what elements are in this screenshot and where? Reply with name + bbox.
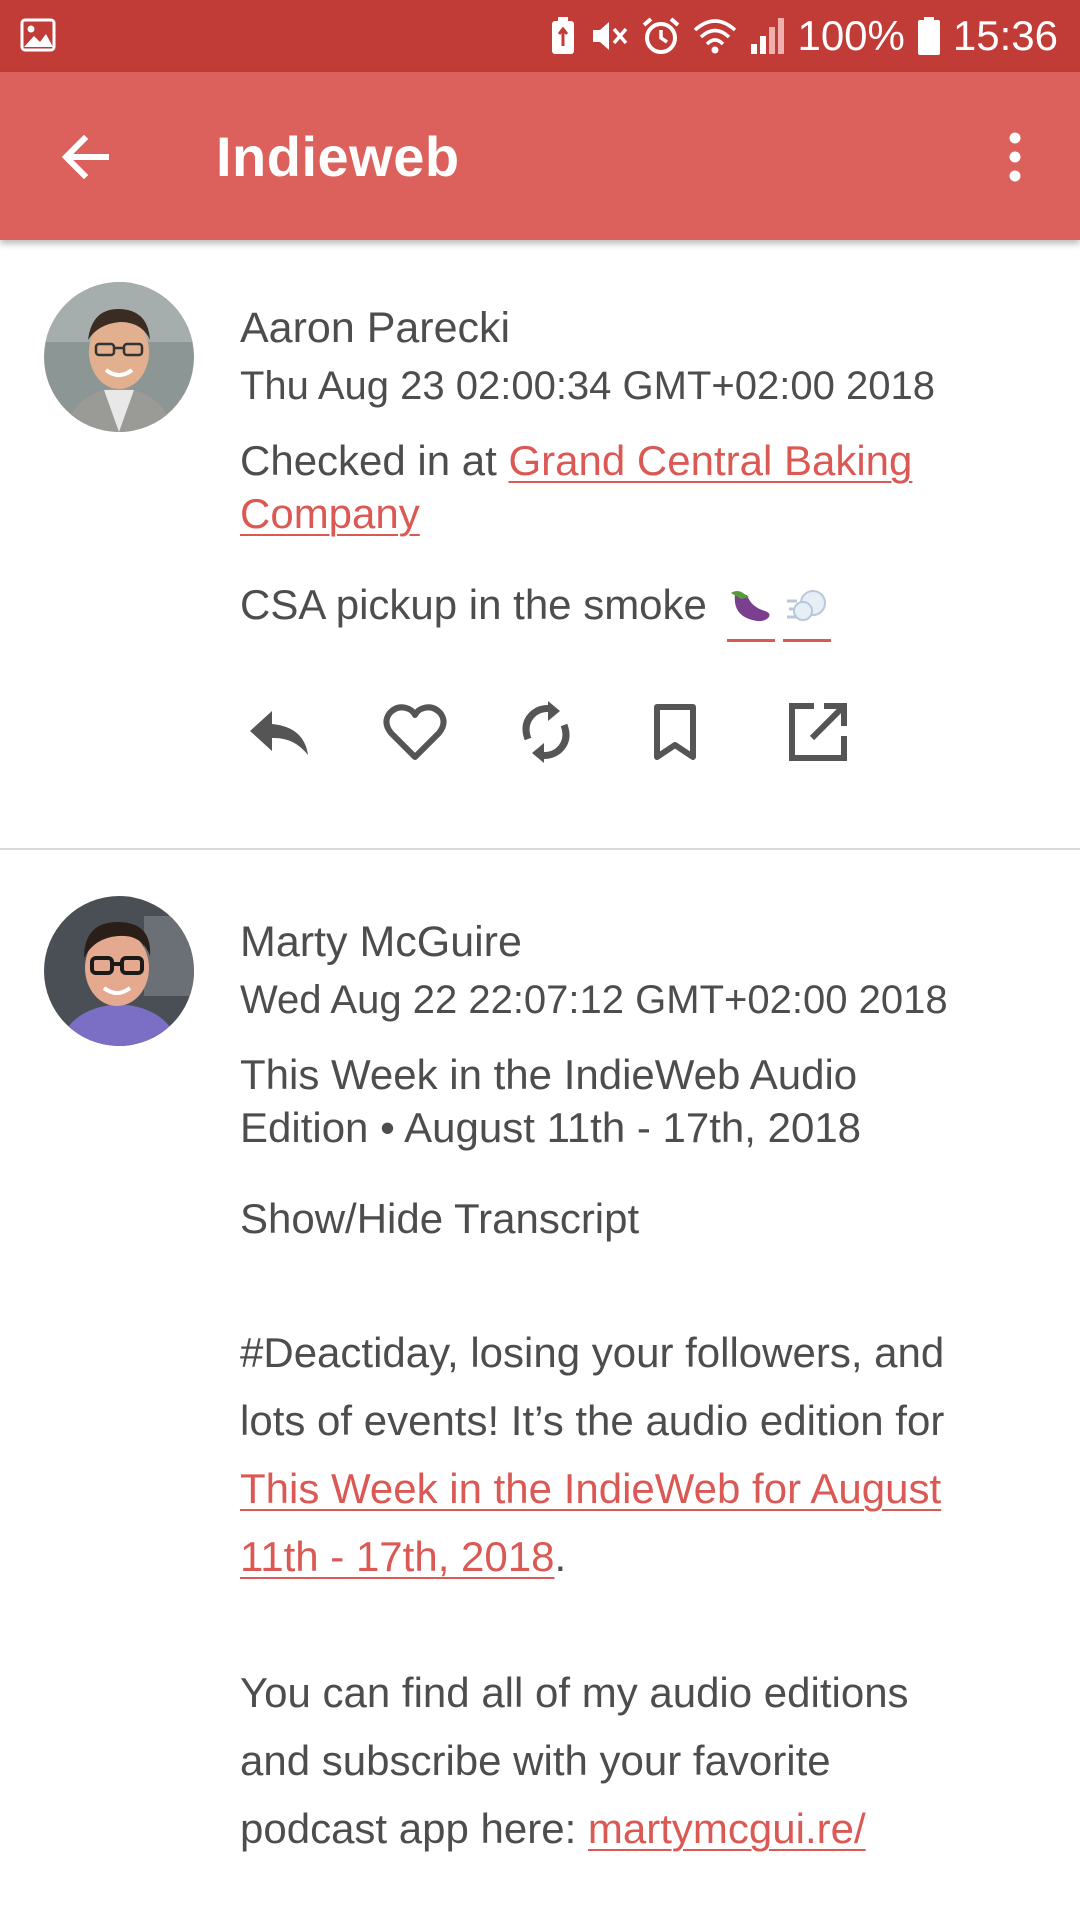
back-button[interactable] — [50, 122, 120, 192]
post-date[interactable]: Wed Aug 22 22:07:12 GMT+02:00 2018 — [240, 974, 1030, 1026]
open-external-button[interactable] — [780, 692, 915, 772]
dash-icon[interactable] — [782, 584, 831, 642]
timeline-feed: Aaron Parecki Thu Aug 23 02:00:34 GMT+02… — [0, 240, 1080, 1920]
post-title-line2: Edition • August 11th - 17th, 2018 — [240, 1104, 862, 1151]
repost-button[interactable] — [510, 692, 645, 772]
arrow-back-icon — [61, 135, 109, 179]
twitw-link[interactable]: This Week in the IndieWeb for August — [240, 1465, 941, 1512]
clock-time: 15:36 — [952, 12, 1058, 59]
author-name[interactable]: Aaron Parecki — [240, 302, 1030, 354]
podcast-link[interactable]: martymcgui.re/ — [588, 1805, 866, 1852]
checkin-text: Checked in at Grand Central Baking Compa… — [240, 434, 1030, 540]
post-body-paragraph: #Deactiday, losing your followers, and l… — [240, 1319, 1030, 1591]
page-title: Indieweb — [216, 125, 460, 188]
heart-icon — [383, 704, 447, 760]
battery-icon — [917, 16, 941, 56]
author-name[interactable]: Marty McGuire — [240, 916, 1030, 968]
bookmark-icon — [654, 704, 696, 760]
post-card: Marty McGuire Wed Aug 22 22:07:12 GMT+02… — [0, 850, 1080, 1920]
gallery-notification-icon — [20, 18, 56, 52]
overflow-menu-button[interactable] — [980, 122, 1050, 192]
open-external-icon — [789, 703, 847, 761]
status-icons: 100% 15:36 — [549, 0, 1058, 72]
post-note: CSA pickup in the smoke — [240, 578, 1030, 642]
avatar[interactable] — [44, 282, 194, 432]
status-bar: 100% 15:36 — [0, 0, 1080, 72]
avatar[interactable] — [44, 896, 194, 1046]
bookmark-button[interactable] — [645, 692, 780, 772]
note-text: CSA pickup in the smoke — [240, 581, 707, 628]
post-body-paragraph: You can find all of my audio editions an… — [240, 1659, 1030, 1863]
battery-percent: 100% — [797, 12, 905, 59]
mute-icon — [589, 16, 629, 56]
like-button[interactable] — [375, 692, 510, 772]
post-title: This Week in the IndieWeb Audio Edition … — [240, 1048, 1030, 1154]
twitw-link-cont[interactable]: 11th - 17th, 2018 — [240, 1533, 554, 1580]
checkin-location-link-cont[interactable]: Company — [240, 490, 420, 537]
body-line: You can find all of my audio editions — [240, 1669, 909, 1716]
reply-icon — [250, 711, 308, 755]
checkin-location-link[interactable]: Grand Central Baking — [509, 437, 913, 484]
body-line: and subscribe with your favorite — [240, 1737, 831, 1784]
battery-saver-icon — [549, 16, 577, 56]
post-date[interactable]: Thu Aug 23 02:00:34 GMT+02:00 2018 — [240, 360, 1030, 412]
signal-icon — [749, 16, 785, 56]
app-bar: Indieweb — [0, 72, 1080, 240]
post-content: Marty McGuire Wed Aug 22 22:07:12 GMT+02… — [240, 916, 1030, 1863]
body-line: podcast app here: — [240, 1805, 588, 1852]
wifi-icon — [693, 16, 737, 56]
alarm-icon — [641, 16, 681, 56]
reply-button[interactable] — [240, 692, 375, 772]
body-line: #Deactiday, losing your followers, and — [240, 1329, 945, 1376]
eggplant-icon[interactable] — [726, 584, 775, 642]
repost-icon — [522, 701, 570, 763]
post-content: Aaron Parecki Thu Aug 23 02:00:34 GMT+02… — [240, 302, 1030, 642]
post-card: Aaron Parecki Thu Aug 23 02:00:34 GMT+02… — [0, 240, 1080, 850]
post-title-line1: This Week in the IndieWeb Audio — [240, 1051, 858, 1098]
body-period: . — [554, 1533, 567, 1580]
post-actions — [240, 692, 915, 772]
checkin-prefix: Checked in at — [240, 437, 509, 484]
transcript-toggle[interactable]: Show/Hide Transcript — [240, 1192, 1030, 1245]
body-line: lots of events! It’s the audio edition f… — [240, 1397, 945, 1444]
more-vert-icon — [1009, 132, 1021, 182]
